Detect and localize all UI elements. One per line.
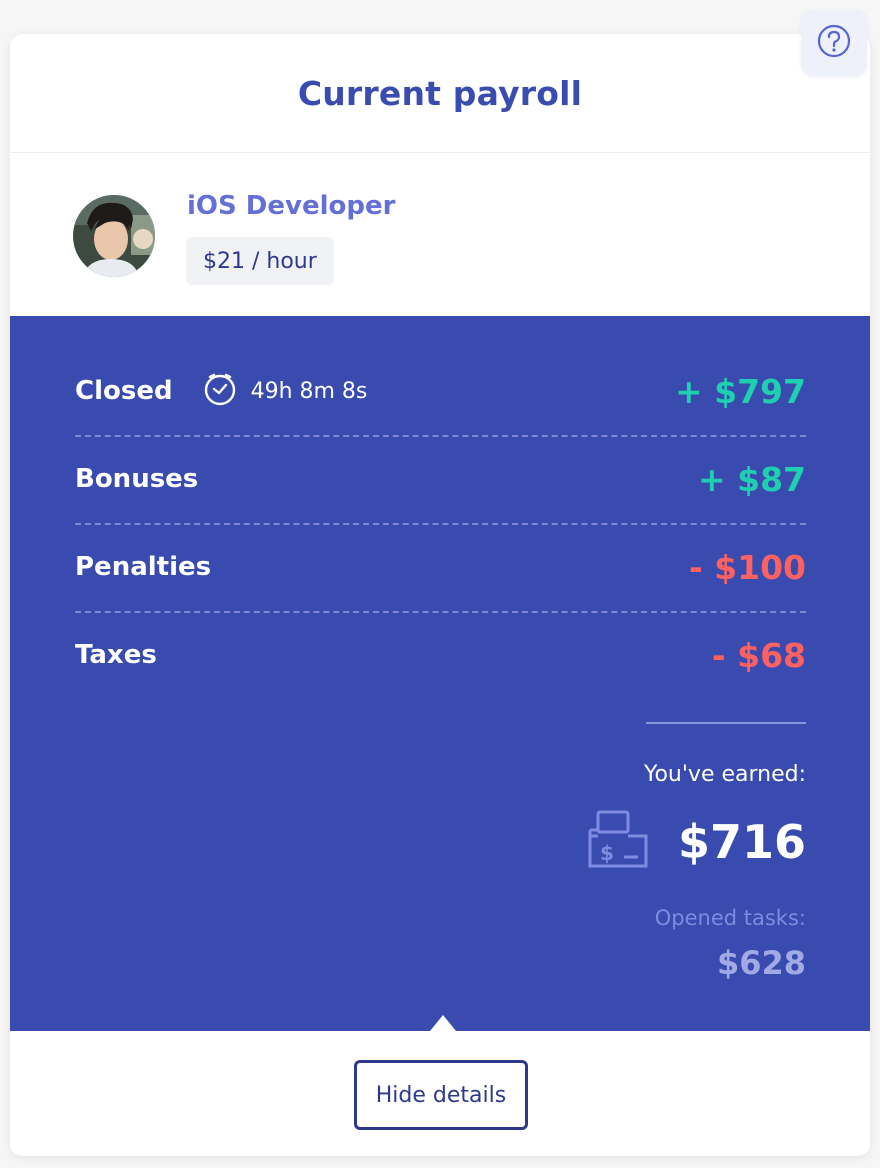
panel-pointer <box>430 1015 456 1031</box>
row-label: Closed <box>75 376 173 406</box>
row-penalties: Penalties - $100 <box>75 523 806 613</box>
role-title: iOS Developer <box>187 191 396 221</box>
hourly-rate-badge: $21 / hour <box>186 237 334 285</box>
row-bonuses: Bonuses + $87 <box>75 435 806 525</box>
earned-label: You've earned: <box>643 762 806 787</box>
total-divider <box>646 722 806 724</box>
row-closed: Closed 49h 8m 8s + $797 <box>75 347 806 437</box>
earned-amount: $716 <box>677 815 806 869</box>
bonuses-amount: + $87 <box>697 459 806 499</box>
cash-register-icon: $ <box>586 808 650 876</box>
help-button[interactable] <box>801 10 867 76</box>
question-icon <box>816 23 852 63</box>
payroll-card: Current payroll iOS Developer $21 / hour… <box>10 34 870 1156</box>
clock-icon <box>203 372 237 410</box>
duration-text: 49h 8m 8s <box>250 378 368 404</box>
profile-section: iOS Developer $21 / hour <box>10 153 870 315</box>
row-label: Penalties <box>75 552 212 582</box>
opened-tasks-amount: $628 <box>716 944 806 982</box>
payroll-details-panel: Closed 49h 8m 8s + $797 Bonuses + $87 Pe… <box>10 316 870 1031</box>
row-label: Taxes <box>75 640 157 670</box>
hide-details-button[interactable]: Hide details <box>354 1060 528 1130</box>
closed-amount: + $797 <box>675 371 806 411</box>
opened-tasks-label: Opened tasks: <box>654 906 806 930</box>
taxes-amount: - $68 <box>711 635 806 675</box>
card-header: Current payroll <box>10 34 870 153</box>
row-taxes: Taxes - $68 <box>75 611 806 699</box>
svg-text:$: $ <box>600 841 614 865</box>
row-label: Bonuses <box>75 464 199 494</box>
penalties-amount: - $100 <box>688 547 806 587</box>
page-title: Current payroll <box>297 73 583 113</box>
duration: 49h 8m 8s <box>203 372 368 410</box>
avatar <box>73 195 155 277</box>
earned-row: $ $716 <box>586 808 806 876</box>
